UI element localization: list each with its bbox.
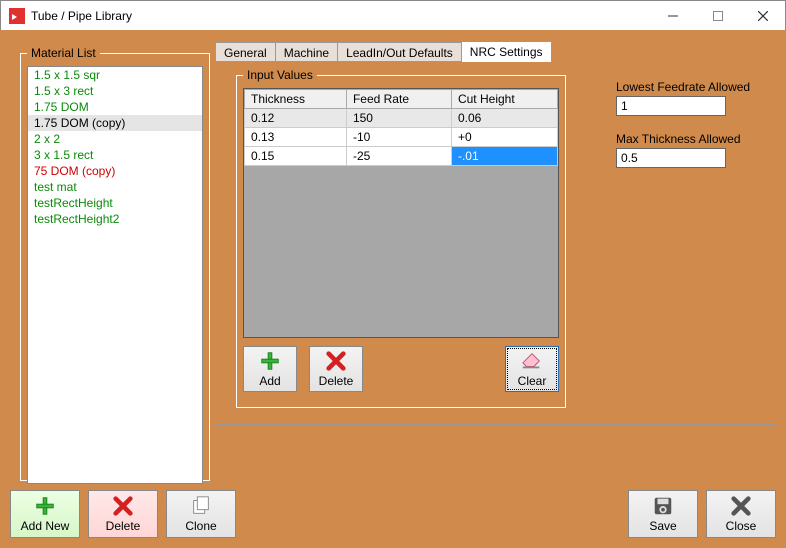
right-fields: Lowest Feedrate Allowed Max Thickness Al… [616, 80, 756, 184]
close-window-button[interactable] [740, 1, 785, 31]
table-row[interactable]: 0.13-10+0 [245, 128, 558, 147]
iv-delete-label: Delete [319, 374, 354, 388]
close-label: Close [726, 519, 757, 533]
input-values-legend: Input Values [243, 68, 317, 82]
plus-icon [34, 495, 56, 517]
close-icon [730, 495, 752, 517]
grid-column-header[interactable]: Thickness [245, 90, 347, 109]
tab-leadin-out-defaults[interactable]: LeadIn/Out Defaults [337, 42, 462, 63]
grid-cell[interactable]: -25 [346, 147, 451, 166]
material-item[interactable]: 1.5 x 3 rect [28, 83, 202, 99]
input-values-group: Input Values ThicknessFeed RateCut Heigh… [236, 68, 566, 408]
lowest-feedrate-input[interactable] [616, 96, 726, 116]
grid-column-header[interactable]: Feed Rate [346, 90, 451, 109]
grid-cell[interactable]: 0.12 [245, 109, 347, 128]
minimize-button[interactable] [650, 1, 695, 31]
material-list-legend: Material List [27, 46, 100, 60]
grid-cell[interactable]: 0.15 [245, 147, 347, 166]
grid-cell[interactable]: +0 [451, 128, 557, 147]
iv-add-label: Add [259, 374, 280, 388]
content-area: Material List 1.5 x 1.5 sqr1.5 x 3 rect1… [0, 30, 786, 548]
plus-icon [259, 350, 281, 372]
footer-left: Add New Delete Clone [10, 490, 236, 538]
delete-material-label: Delete [106, 519, 141, 533]
titlebar: Tube / Pipe Library [1, 1, 785, 31]
material-item[interactable]: 2 x 2 [28, 131, 202, 147]
material-list-group: Material List 1.5 x 1.5 sqr1.5 x 3 rect1… [20, 46, 210, 481]
material-item[interactable]: 1.75 DOM (copy) [28, 115, 202, 131]
iv-delete-button[interactable]: Delete [309, 346, 363, 392]
input-values-grid[interactable]: ThicknessFeed RateCut Height0.121500.060… [243, 88, 559, 338]
eraser-icon [521, 350, 543, 372]
grid-cell[interactable]: -.01 [451, 147, 557, 166]
table-row[interactable]: 0.121500.06 [245, 109, 558, 128]
clone-icon [190, 495, 212, 517]
add-new-button[interactable]: Add New [10, 490, 80, 538]
material-item[interactable]: 1.75 DOM [28, 99, 202, 115]
grid-cell[interactable]: 0.13 [245, 128, 347, 147]
material-item[interactable]: testRectHeight2 [28, 211, 202, 227]
window-title: Tube / Pipe Library [31, 9, 132, 23]
max-thickness-label: Max Thickness Allowed [616, 132, 756, 146]
grid-cell[interactable]: 0.06 [451, 109, 557, 128]
tab-strip: GeneralMachineLeadIn/Out DefaultsNRC Set… [215, 40, 776, 62]
grid-column-header[interactable]: Cut Height [451, 90, 557, 109]
x-icon [325, 350, 347, 372]
grid-empty-area [244, 166, 558, 338]
delete-material-button[interactable]: Delete [88, 490, 158, 538]
max-thickness-input[interactable] [616, 148, 726, 168]
material-item[interactable]: 1.5 x 1.5 sqr [28, 67, 202, 83]
clone-button[interactable]: Clone [166, 490, 236, 538]
material-item[interactable]: testRectHeight [28, 195, 202, 211]
close-button[interactable]: Close [706, 490, 776, 538]
footer-right: Save Close [628, 490, 776, 538]
iv-add-button[interactable]: Add [243, 346, 297, 392]
grid-cell[interactable]: 150 [346, 109, 451, 128]
grid-cell[interactable]: -10 [346, 128, 451, 147]
tab-nrc-settings[interactable]: NRC Settings [461, 41, 552, 62]
save-label: Save [649, 519, 676, 533]
tab-panel-nrc-settings: Input Values ThicknessFeed RateCut Heigh… [215, 61, 776, 425]
material-item[interactable]: 75 DOM (copy) [28, 163, 202, 179]
iv-clear-label: Clear [518, 374, 547, 388]
add-new-label: Add New [21, 519, 70, 533]
material-item[interactable]: 3 x 1.5 rect [28, 147, 202, 163]
tab-general[interactable]: General [215, 42, 276, 63]
x-icon [112, 495, 134, 517]
iv-clear-button[interactable]: Clear [505, 346, 559, 392]
material-item[interactable]: test mat [28, 179, 202, 195]
app-icon [9, 8, 25, 24]
tab-machine[interactable]: Machine [275, 42, 338, 63]
maximize-button[interactable] [695, 1, 740, 31]
lowest-feedrate-label: Lowest Feedrate Allowed [616, 80, 756, 94]
table-row[interactable]: 0.15-25-.01 [245, 147, 558, 166]
save-icon [652, 495, 674, 517]
material-list[interactable]: 1.5 x 1.5 sqr1.5 x 3 rect1.75 DOM1.75 DO… [27, 66, 203, 484]
save-button[interactable]: Save [628, 490, 698, 538]
clone-label: Clone [185, 519, 216, 533]
